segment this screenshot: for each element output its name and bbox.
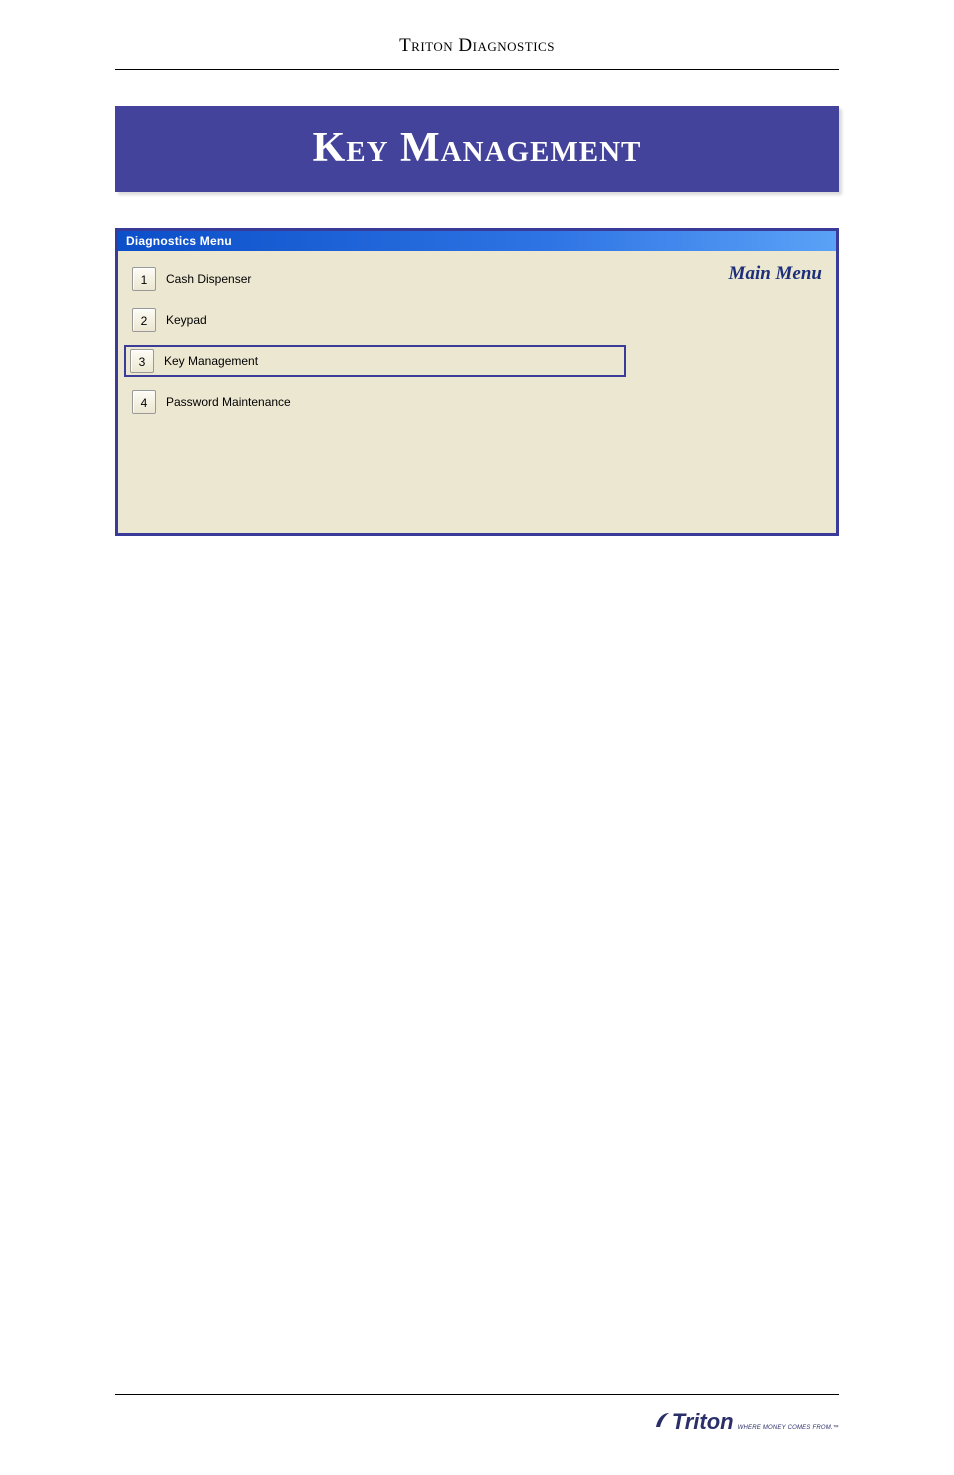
- logo-swoosh-icon: [654, 1411, 670, 1429]
- menu-num-3[interactable]: 3: [130, 349, 154, 373]
- menu-item-password-maintenance[interactable]: 4 Password Maintenance: [126, 386, 626, 418]
- section-header: Triton Diagnostics: [115, 35, 839, 70]
- page-title: Key Management: [313, 125, 642, 171]
- menu-num-4[interactable]: 4: [132, 390, 156, 414]
- logo-text: Triton: [672, 1409, 734, 1435]
- menu-num-1[interactable]: 1: [132, 267, 156, 291]
- menu-list: 1 Cash Dispenser 2 Keypad 3 Key Manageme…: [126, 263, 626, 427]
- window-body: Main Menu 1 Cash Dispenser 2 Keypad 3 Ke…: [118, 251, 836, 533]
- menu-num-2[interactable]: 2: [132, 308, 156, 332]
- menu-label: Cash Dispenser: [166, 272, 251, 286]
- menu-item-cash-dispenser[interactable]: 1 Cash Dispenser: [126, 263, 626, 295]
- menu-item-key-management[interactable]: 3 Key Management: [124, 345, 626, 377]
- footer: Triton WHERE MONEY COMES FROM.™: [115, 1394, 839, 1435]
- logo-tagline: WHERE MONEY COMES FROM.™: [738, 1425, 839, 1431]
- brand-logo: Triton WHERE MONEY COMES FROM.™: [654, 1409, 839, 1435]
- menu-item-keypad[interactable]: 2 Keypad: [126, 304, 626, 336]
- diagnostics-window: Diagnostics Menu Main Menu 1 Cash Dispen…: [115, 228, 839, 536]
- page-title-banner: Key Management: [115, 106, 839, 192]
- menu-label: Key Management: [164, 354, 258, 368]
- window-titlebar: Diagnostics Menu: [118, 231, 836, 251]
- main-menu-label: Main Menu: [729, 263, 822, 285]
- menu-label: Keypad: [166, 313, 207, 327]
- menu-label: Password Maintenance: [166, 395, 291, 409]
